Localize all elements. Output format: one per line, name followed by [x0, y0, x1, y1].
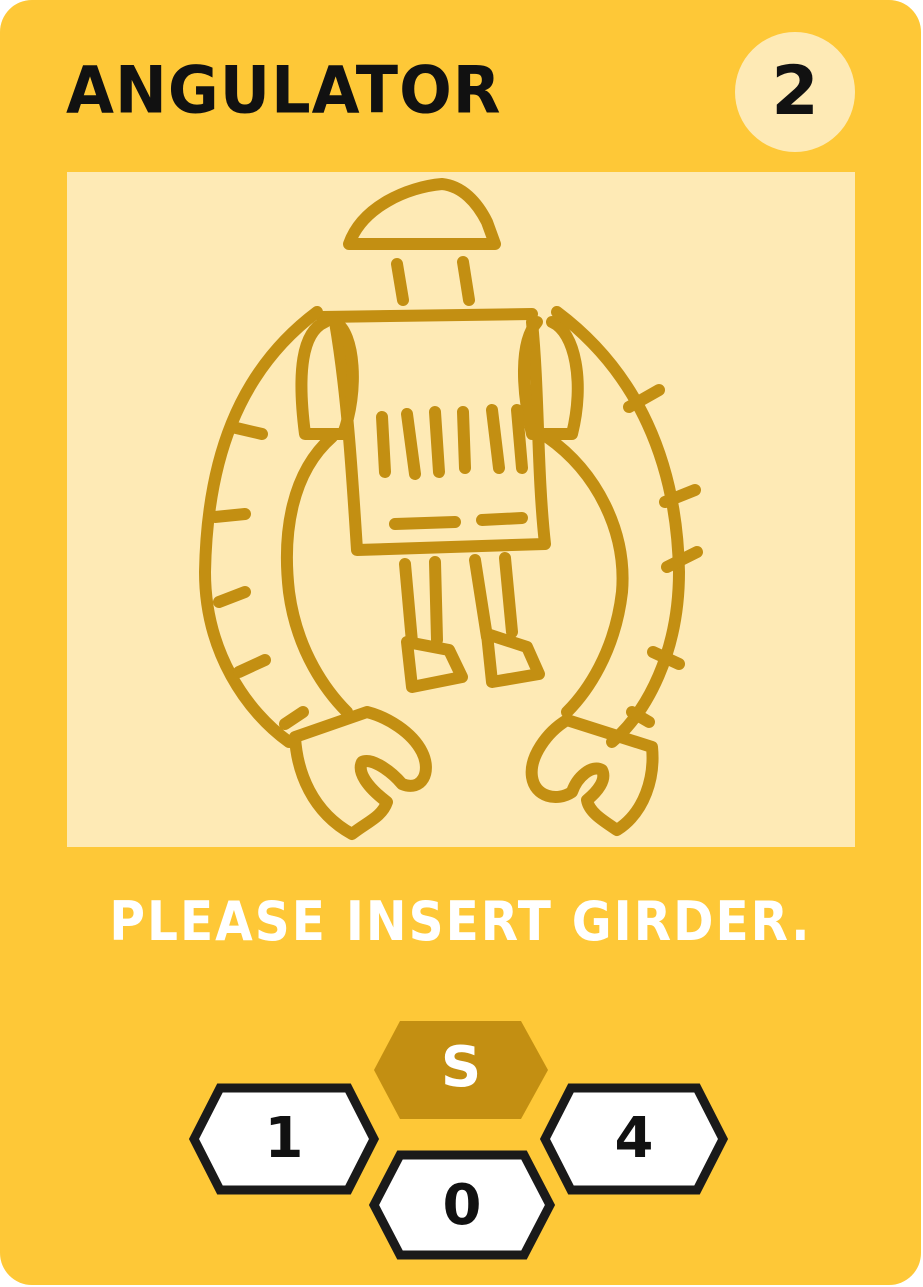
bottom-stat-value: 0 [442, 1173, 482, 1238]
game-card[interactable]: ANGULATOR 2 PLEASE INSERT GIRDER. S 1 4 … [0, 0, 921, 1285]
type-symbol: S [440, 1035, 482, 1100]
left-stat-value: 1 [264, 1106, 304, 1171]
right-stat-value: 4 [614, 1106, 654, 1171]
